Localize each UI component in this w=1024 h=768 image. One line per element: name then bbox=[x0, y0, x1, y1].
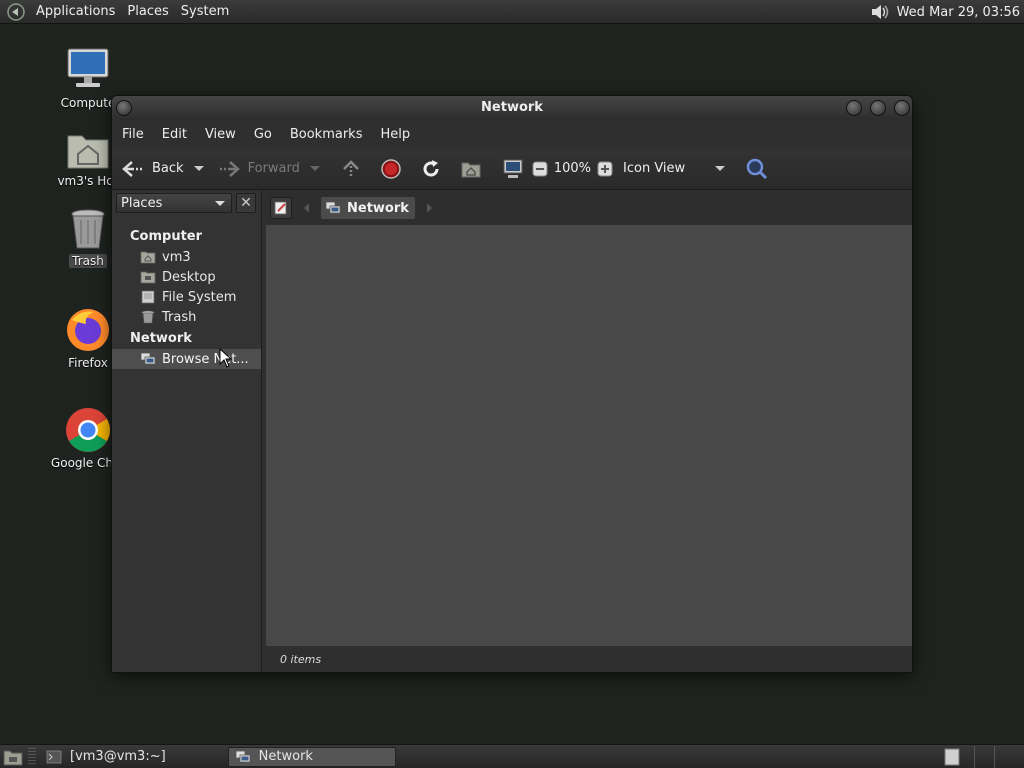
home-folder-icon bbox=[67, 135, 109, 169]
sidebar-item-vm3[interactable]: vm3 bbox=[112, 247, 261, 267]
network-icon bbox=[235, 750, 251, 762]
close-icon: ✕ bbox=[240, 195, 252, 211]
sidebar-item-label: Browse Net... bbox=[162, 351, 249, 367]
terminal-icon bbox=[46, 750, 62, 763]
trash-icon bbox=[141, 310, 155, 324]
bottom-panel: [vm3@vm3:~] Network bbox=[0, 744, 1024, 768]
sidebar-close-button[interactable]: ✕ bbox=[236, 193, 256, 213]
location-bar: Network bbox=[266, 191, 912, 225]
taskbar-item-label: [vm3@vm3:~] bbox=[70, 749, 166, 764]
mouse-pointer-icon bbox=[219, 348, 233, 368]
zoom-out-icon[interactable] bbox=[532, 161, 548, 177]
drive-icon bbox=[141, 290, 155, 304]
back-label: Back bbox=[152, 161, 184, 176]
reload-icon[interactable] bbox=[420, 158, 442, 180]
breadcrumb-network[interactable]: Network bbox=[321, 197, 415, 219]
close-icon[interactable] bbox=[894, 100, 910, 116]
up-arrow-icon[interactable] bbox=[340, 158, 362, 180]
menu-bookmarks[interactable]: Bookmarks bbox=[284, 127, 369, 142]
system-menu[interactable]: System bbox=[175, 0, 235, 24]
volume-icon[interactable] bbox=[869, 2, 891, 22]
clock[interactable]: Wed Mar 29, 03:56 bbox=[897, 5, 1020, 20]
gnome-foot-icon[interactable] bbox=[6, 2, 26, 22]
firefox-icon bbox=[67, 309, 109, 351]
sidebar-item-label: Trash bbox=[162, 309, 197, 325]
status-text: 0 items bbox=[280, 652, 322, 666]
desktop-icon-label: Trash bbox=[69, 254, 107, 268]
crumb-scroll-right-icon[interactable] bbox=[426, 203, 432, 213]
zoom-in-icon[interactable] bbox=[597, 161, 613, 177]
toggle-location-entry-button[interactable] bbox=[270, 197, 292, 219]
back-button[interactable]: Back bbox=[122, 153, 190, 185]
menu-view[interactable]: View bbox=[199, 127, 242, 142]
sidebar-item-label: vm3 bbox=[162, 249, 191, 265]
maximize-icon[interactable] bbox=[870, 100, 886, 116]
computer-icon bbox=[67, 48, 109, 87]
places-menu[interactable]: Places bbox=[121, 0, 174, 24]
places-sidebar: Places ✕ Computer vm3 Desktop File Syste… bbox=[112, 191, 262, 672]
menu-help[interactable]: Help bbox=[374, 127, 416, 142]
sidebar-type-value: Places bbox=[121, 195, 163, 211]
window-menu-icon[interactable] bbox=[116, 100, 132, 116]
status-bar: 0 items bbox=[266, 646, 912, 672]
sidebar-section-network: Network bbox=[130, 331, 192, 346]
desktop-folder-icon bbox=[140, 271, 156, 284]
forward-label: Forward bbox=[247, 161, 300, 176]
sidebar-item-desktop[interactable]: Desktop bbox=[112, 267, 261, 287]
workspace-2[interactable] bbox=[974, 745, 994, 768]
edit-pencil-icon bbox=[274, 201, 287, 215]
chevron-down-icon bbox=[215, 200, 225, 206]
menu-go[interactable]: Go bbox=[248, 127, 278, 142]
sidebar-header: Places ✕ bbox=[112, 191, 261, 215]
home-icon[interactable] bbox=[460, 159, 482, 179]
sidebar-item-browse-network[interactable]: Browse Net... bbox=[112, 349, 261, 369]
menubar: File Edit View Go Bookmarks Help bbox=[112, 120, 912, 148]
crumb-scroll-left-icon[interactable] bbox=[304, 203, 309, 213]
minimize-icon[interactable] bbox=[846, 100, 862, 116]
forward-history-dropdown-icon[interactable] bbox=[309, 166, 320, 171]
top-panel: Applications Places System Wed Mar 29, 0… bbox=[0, 0, 1024, 24]
taskbar-item-terminal[interactable]: [vm3@vm3:~] bbox=[40, 747, 172, 767]
sidebar-item-trash[interactable]: Trash bbox=[112, 307, 261, 327]
chrome-icon bbox=[66, 408, 110, 452]
taskbar-item-label: Network bbox=[258, 749, 313, 764]
sidebar-section-computer: Computer bbox=[130, 229, 203, 244]
panel-handle[interactable] bbox=[28, 747, 36, 766]
view-mode-dropdown-icon bbox=[715, 166, 726, 171]
menu-edit[interactable]: Edit bbox=[156, 127, 193, 142]
sidebar-type-select[interactable]: Places bbox=[116, 193, 232, 213]
sidebar-item-file-system[interactable]: File System bbox=[112, 287, 261, 307]
show-desktop-icon[interactable] bbox=[2, 747, 24, 767]
search-icon[interactable] bbox=[745, 157, 769, 181]
view-mode-select[interactable]: Icon View bbox=[623, 153, 726, 185]
zoom-level[interactable]: 100% bbox=[554, 153, 591, 185]
window-titlebar[interactable]: Network bbox=[112, 96, 912, 120]
network-icon bbox=[325, 201, 341, 214]
sidebar-item-label: Desktop bbox=[162, 269, 216, 285]
sidebar-item-label: File System bbox=[162, 289, 237, 305]
file-view-area[interactable] bbox=[266, 225, 912, 646]
workspace-3[interactable] bbox=[994, 745, 1024, 768]
computer-icon[interactable] bbox=[502, 158, 524, 180]
breadcrumb-label: Network bbox=[347, 200, 409, 216]
window-title: Network bbox=[481, 100, 543, 115]
network-icon bbox=[140, 352, 156, 365]
workspace-switcher-icon[interactable] bbox=[942, 747, 962, 767]
back-arrow-icon bbox=[122, 160, 142, 177]
forward-button[interactable]: Forward bbox=[218, 153, 306, 185]
taskbar-item-network[interactable]: Network bbox=[227, 746, 396, 767]
view-mode-value: Icon View bbox=[623, 161, 686, 176]
forward-arrow-icon bbox=[219, 160, 240, 177]
stop-icon[interactable] bbox=[380, 158, 402, 180]
back-history-dropdown-icon[interactable] bbox=[193, 166, 204, 171]
menu-file[interactable]: File bbox=[116, 127, 150, 142]
trash-icon bbox=[71, 209, 105, 249]
home-folder-icon bbox=[140, 251, 156, 264]
toolbar: Back Forward 100% Icon View bbox=[112, 148, 912, 190]
applications-menu[interactable]: Applications bbox=[30, 0, 121, 24]
file-manager-window: Network File Edit View Go Bookmarks Help… bbox=[111, 95, 913, 673]
